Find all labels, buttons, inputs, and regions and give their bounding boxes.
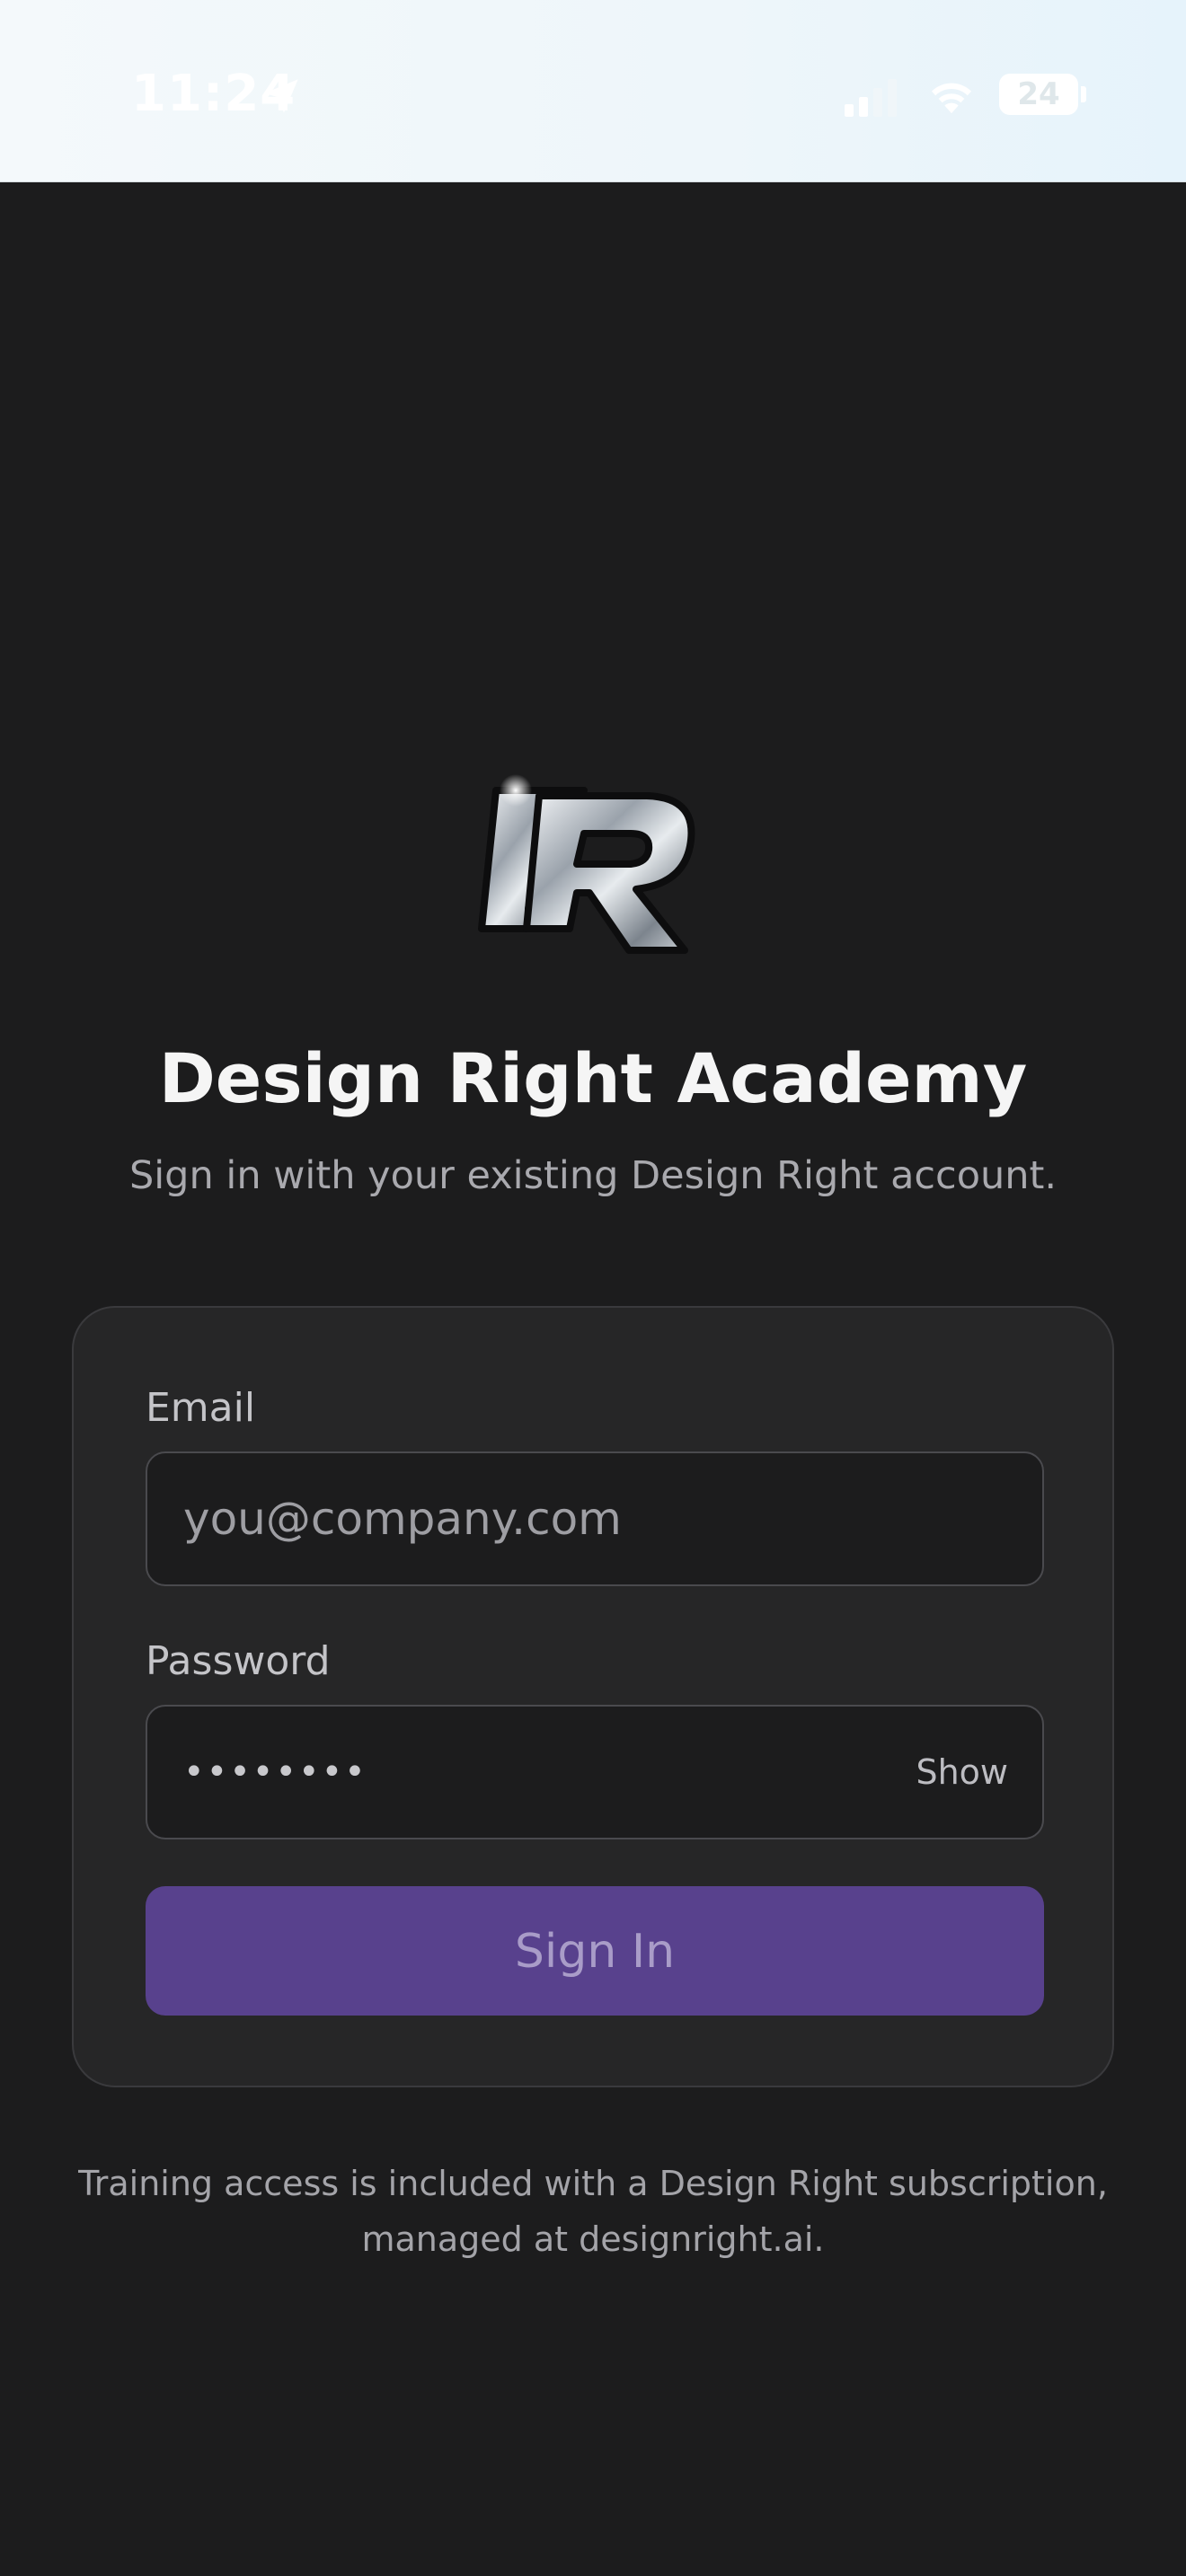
password-input[interactable]: ••••••••: [183, 1707, 367, 1838]
footer-line-1: Training access is included with a Desig…: [78, 2164, 1108, 2203]
footer-note: Training access is included with a Desig…: [54, 2156, 1132, 2267]
show-password-toggle[interactable]: Show: [916, 1707, 1008, 1838]
email-field[interactable]: [146, 1451, 1044, 1586]
app-subtitle: Sign in with your existing Design Right …: [128, 1153, 1058, 1198]
sign-in-button[interactable]: Sign In: [146, 1886, 1044, 2016]
design-right-logo: [478, 774, 695, 954]
location-arrow-icon: [264, 79, 298, 113]
footer-line-2: managed at designright.ai.: [361, 2219, 825, 2259]
email-label: Email: [146, 1385, 256, 1431]
password-label: Password: [146, 1638, 331, 1684]
battery-cap: [1081, 86, 1086, 102]
email-input[interactable]: [183, 1453, 884, 1584]
app-title: Design Right Academy: [158, 1038, 1028, 1118]
status-bar: 11:24 24: [0, 0, 1186, 182]
battery-level: 24: [1017, 76, 1060, 112]
sign-in-card: Email Password •••••••• Show Sign In: [72, 1306, 1114, 2087]
cellular-signal-icon: [845, 79, 897, 117]
battery-icon: 24: [999, 74, 1078, 115]
password-field[interactable]: •••••••• Show: [146, 1705, 1044, 1839]
wifi-icon: [931, 83, 972, 114]
